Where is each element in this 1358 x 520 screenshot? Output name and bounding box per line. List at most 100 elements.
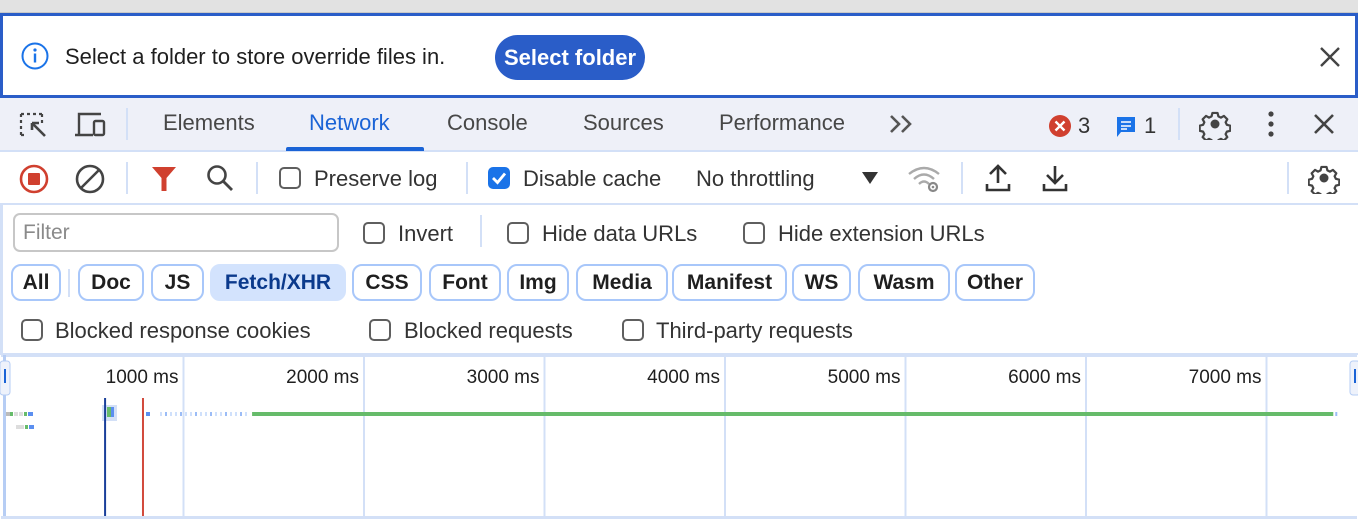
overview-request-mark	[165, 412, 167, 416]
filter-icon[interactable]	[151, 166, 177, 192]
overview-request-mark	[10, 412, 13, 416]
more-vert-icon[interactable]	[1262, 110, 1280, 138]
upload-icon[interactable]	[985, 163, 1011, 193]
stop-recording-icon[interactable]	[19, 164, 49, 194]
overview-request-mark	[245, 412, 247, 416]
device-toolbar-icon[interactable]	[73, 110, 107, 140]
overview-timeline[interactable]: 1000 ms 2000 ms 3000 ms 4000 ms 5000 ms 6000 …	[0, 355, 1358, 520]
tab-network[interactable]: Network	[309, 110, 390, 136]
blocked-requests-label[interactable]: Blocked requests	[404, 318, 573, 344]
dropdown-arrow-icon[interactable]	[861, 171, 879, 185]
overview-tick-label: 5000 ms	[828, 367, 901, 388]
overview-tick-label: 2000 ms	[286, 367, 359, 388]
type-chip-fetch-xhr[interactable]: Fetch/XHR	[210, 264, 346, 301]
overview-request-mark	[170, 412, 172, 416]
overview-gridline	[363, 357, 365, 516]
devtools-tabbar: Elements Network Console Sources Perform…	[0, 98, 1358, 152]
blocked-response-cookies-checkbox[interactable]	[21, 319, 43, 341]
message-icon[interactable]	[1115, 115, 1137, 139]
third-party-requests-label[interactable]: Third-party requests	[656, 318, 853, 344]
download-icon[interactable]	[1042, 163, 1068, 193]
overview-request-mark	[175, 412, 177, 416]
filter-input[interactable]	[13, 213, 339, 252]
disable-cache-checkbox[interactable]	[488, 167, 510, 189]
overview-request-mark	[210, 412, 212, 416]
network-filter-bar: Invert Hide data URLs Hide extension URL…	[0, 205, 1358, 355]
type-chip-img[interactable]: Img	[507, 264, 569, 301]
overview-request-mark	[25, 425, 28, 429]
type-chip-ws[interactable]: WS	[792, 264, 851, 301]
throttling-select[interactable]: No throttling	[696, 166, 815, 192]
overview-tick-label: 1000 ms	[106, 367, 179, 388]
overview-bottom-border	[1, 516, 1357, 519]
invert-checkbox[interactable]	[363, 222, 385, 244]
wifi-settings-icon[interactable]	[907, 164, 943, 194]
separator	[1178, 108, 1180, 140]
separator	[126, 162, 128, 194]
overview-request-mark	[215, 412, 217, 416]
overview-request-mark	[16, 425, 24, 429]
type-chip-media[interactable]: Media	[576, 264, 668, 301]
overview-tick-label: 4000 ms	[647, 367, 720, 388]
invert-label[interactable]: Invert	[398, 221, 453, 247]
overview-request-mark	[230, 412, 232, 416]
tab-console[interactable]: Console	[447, 110, 528, 136]
hide-extension-urls-checkbox[interactable]	[743, 222, 765, 244]
disable-cache-label[interactable]: Disable cache	[523, 166, 661, 192]
settings-icon[interactable]	[1308, 162, 1340, 194]
overview-gridline	[182, 357, 185, 516]
overview-request-mark	[190, 412, 192, 416]
tab-performance[interactable]: Performance	[719, 110, 845, 136]
tab-sources[interactable]: Sources	[583, 110, 664, 136]
inspect-element-icon[interactable]	[19, 112, 49, 140]
overview-tick-label: 7000 ms	[1189, 367, 1262, 388]
chevron-double-right-icon[interactable]	[888, 113, 916, 135]
blocked-response-cookies-label[interactable]: Blocked response cookies	[55, 318, 311, 344]
type-chip-font[interactable]: Font	[429, 264, 501, 301]
type-chip-wasm[interactable]: Wasm	[858, 264, 950, 301]
third-party-requests-checkbox[interactable]	[622, 319, 644, 341]
network-overview[interactable]: 1000 ms 2000 ms 3000 ms 4000 ms 5000 ms 6000 …	[0, 355, 1358, 520]
overview-tick-label: 3000 ms	[467, 367, 540, 388]
search-icon[interactable]	[205, 163, 235, 193]
overview-right-handle-grip[interactable]	[1354, 369, 1356, 383]
info-icon	[21, 42, 49, 70]
type-chip-css[interactable]: CSS	[352, 264, 422, 301]
close-icon[interactable]	[1312, 112, 1336, 136]
settings-icon[interactable]	[1199, 108, 1231, 140]
type-chip-other[interactable]: Other	[955, 264, 1035, 301]
overview-request-mark	[111, 407, 114, 417]
type-chip-doc[interactable]: Doc	[78, 264, 144, 301]
hide-extension-urls-label[interactable]: Hide extension URLs	[778, 221, 985, 247]
message-count[interactable]: 1	[1144, 113, 1156, 139]
overview-long-request-bar	[252, 412, 1334, 416]
error-count[interactable]: 3	[1078, 113, 1090, 139]
error-icon[interactable]	[1048, 114, 1072, 138]
tab-elements[interactable]: Elements	[163, 110, 255, 136]
blocked-requests-checkbox[interactable]	[369, 319, 391, 341]
close-icon[interactable]	[1316, 43, 1344, 71]
clear-icon[interactable]	[75, 164, 105, 194]
select-folder-button[interactable]: Select folder	[495, 35, 646, 80]
separator	[480, 215, 482, 247]
overview-request-mark	[195, 412, 197, 416]
type-chip-manifest[interactable]: Manifest	[672, 264, 787, 301]
hide-data-urls-checkbox[interactable]	[507, 222, 529, 244]
type-chip-js[interactable]: JS	[151, 264, 204, 301]
overview-request-mark	[28, 412, 33, 416]
overview-gridline	[904, 357, 907, 516]
separator	[961, 162, 963, 194]
type-chip-all[interactable]: All	[11, 264, 61, 301]
load-event-line	[141, 398, 144, 516]
overview-request-mark	[6, 412, 10, 416]
separator	[1287, 162, 1289, 194]
preserve-log-label[interactable]: Preserve log	[314, 166, 438, 192]
hide-data-urls-label[interactable]: Hide data URLs	[542, 221, 697, 247]
infobar-message: Select a folder to store override files …	[65, 44, 446, 69]
overview-request-mark	[1335, 412, 1338, 416]
overview-left-handle-grip[interactable]	[4, 369, 6, 383]
overview-request-mark	[205, 412, 207, 416]
preserve-log-checkbox[interactable]	[279, 167, 301, 189]
overview-gridline	[1265, 357, 1268, 516]
overview-request-mark	[24, 412, 27, 416]
